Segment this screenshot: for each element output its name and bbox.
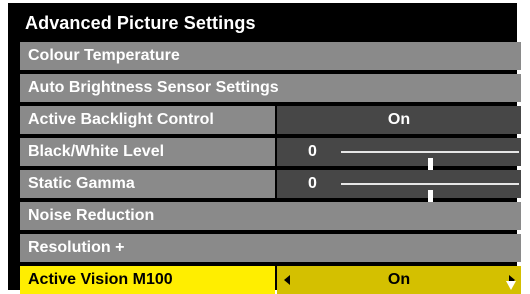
- menu-item-label: Active Backlight Control: [20, 106, 275, 134]
- menu-item-label: Colour Temperature: [20, 42, 521, 70]
- setting-value: 0: [308, 143, 317, 160]
- menu-item-label: Noise Reduction: [20, 202, 521, 230]
- setting-value: On: [387, 271, 411, 288]
- setting-value-box[interactable]: On: [277, 106, 521, 134]
- menu-item-resolution-plus[interactable]: Resolution +: [20, 234, 521, 262]
- menu-item-label: Active Vision M100: [20, 266, 275, 294]
- menu-title: Advanced Picture Settings: [25, 13, 256, 33]
- setting-value: 0: [308, 175, 317, 192]
- menu-item-label: Auto Brightness Sensor Settings: [20, 74, 521, 102]
- menu-item-active-backlight-control[interactable]: Active Backlight Control On: [20, 106, 521, 134]
- menu-item-active-vision-m100[interactable]: Active Vision M100 On: [20, 266, 521, 294]
- gamma-slider[interactable]: [341, 183, 519, 204]
- setting-value-box[interactable]: 0: [277, 170, 521, 204]
- setting-value: On: [387, 111, 411, 128]
- setting-value-box[interactable]: 0: [277, 138, 521, 172]
- menu-item-label: Resolution +: [20, 234, 521, 262]
- level-slider[interactable]: [341, 151, 519, 172]
- menu-item-black-white-level[interactable]: Black/White Level 0: [20, 138, 521, 172]
- menu-item-static-gamma[interactable]: Static Gamma 0: [20, 170, 521, 204]
- menu-item-auto-brightness-sensor[interactable]: Auto Brightness Sensor Settings: [20, 74, 521, 102]
- menu-item-label: Black/White Level: [20, 138, 275, 166]
- setting-value-box[interactable]: On: [277, 266, 521, 294]
- scroll-down-icon[interactable]: [506, 281, 516, 290]
- menu-item-noise-reduction[interactable]: Noise Reduction: [20, 202, 521, 230]
- settings-menu-panel: Advanced Picture Settings Colour Tempera…: [8, 3, 521, 294]
- menu-item-label: Static Gamma: [20, 170, 275, 198]
- menu-item-colour-temperature[interactable]: Colour Temperature: [20, 42, 521, 70]
